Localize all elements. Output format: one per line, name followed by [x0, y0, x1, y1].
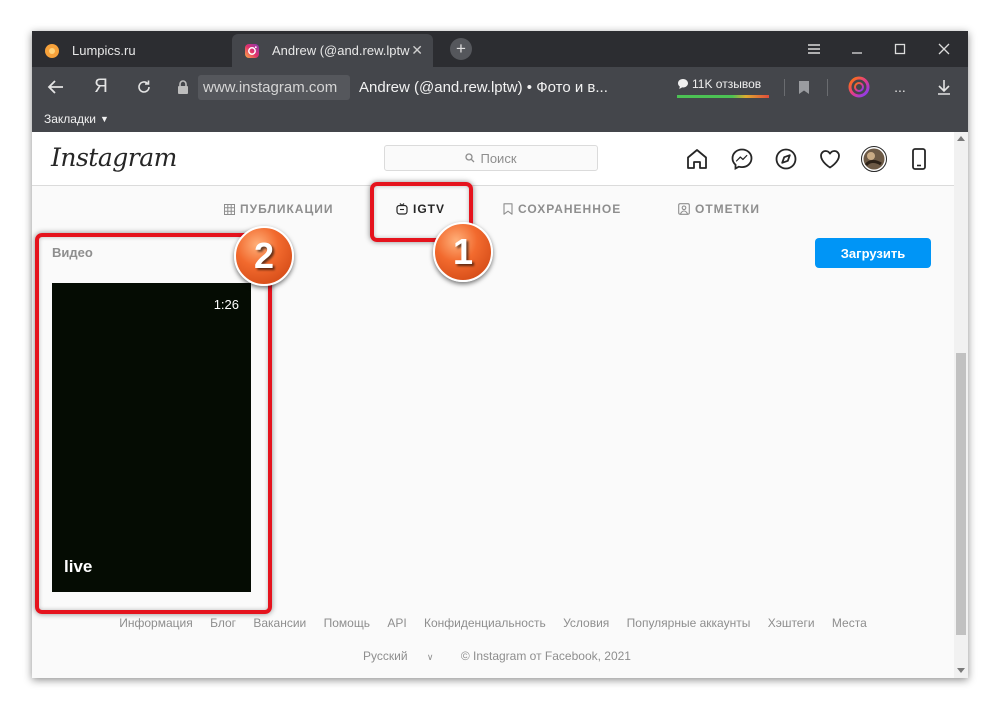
- yandex-button[interactable]: Я: [89, 75, 113, 99]
- reviews-rating-bar: [677, 95, 769, 98]
- bookmarks-bar: Закладки ▼: [32, 107, 968, 132]
- reload-icon[interactable]: [132, 75, 156, 99]
- avatar[interactable]: [861, 146, 887, 172]
- maximize-icon[interactable]: [878, 31, 922, 67]
- back-icon[interactable]: [44, 75, 68, 99]
- alice-icon[interactable]: [847, 75, 871, 99]
- scrollbar-thumb[interactable]: [956, 353, 966, 635]
- comment-icon: [678, 78, 688, 89]
- tab-saved[interactable]: СОХРАНЕННОЕ: [503, 186, 621, 232]
- copyright: © Instagram от Facebook, 2021: [460, 649, 631, 663]
- tab-tagged[interactable]: ОТМЕТКИ: [678, 186, 760, 232]
- explore-compass-icon[interactable]: [773, 146, 799, 172]
- instagram-logo[interactable]: Instagram: [51, 143, 177, 172]
- reviews-count: 11K отзывов: [692, 76, 762, 91]
- profile-tabs: ПУБЛИКАЦИИ IGTV СОХРАНЕННОЕ ОТМЕТКИ: [32, 186, 954, 232]
- messenger-icon[interactable]: [729, 146, 755, 172]
- search-placeholder: Поиск: [480, 150, 517, 166]
- footer-link[interactable]: Блог: [210, 616, 236, 630]
- footer-link[interactable]: Места: [832, 616, 867, 630]
- scroll-down-icon[interactable]: [957, 668, 965, 673]
- tab-instagram[interactable]: Andrew (@and.rew.lptw ✕: [232, 34, 433, 67]
- tab-label: СОХРАНЕННОЕ: [518, 202, 622, 216]
- footer-link[interactable]: Информация: [119, 616, 192, 630]
- bookmarks-label: Закладки: [44, 112, 96, 126]
- scroll-up-icon[interactable]: [957, 136, 965, 141]
- chevron-down-icon: ∨: [426, 652, 434, 662]
- toolbar-divider: [784, 79, 785, 96]
- tab-publications[interactable]: ПУБЛИКАЦИИ: [224, 186, 333, 232]
- tab-strip: Lumpics.ru Andrew (@and.rew.lptw ✕ +: [32, 31, 968, 67]
- instagram-header: Instagram Поиск: [32, 132, 954, 186]
- tagged-icon: [678, 203, 690, 215]
- caret-down-icon: ▼: [99, 114, 109, 124]
- minimize-icon[interactable]: [835, 31, 879, 67]
- bookmark-icon[interactable]: [792, 75, 816, 99]
- close-tab-icon[interactable]: ✕: [411, 42, 423, 59]
- toolbar-divider: [827, 79, 828, 96]
- search-input[interactable]: Поиск: [384, 145, 598, 171]
- footer-bottom: Русский ∨ © Instagram от Facebook, 2021: [32, 649, 954, 663]
- grid-icon: [224, 203, 235, 215]
- tab-label: ОТМЕТКИ: [695, 202, 760, 216]
- bookmark-icon: [503, 203, 513, 215]
- instagram-favicon-icon: [245, 43, 259, 58]
- new-tab-button[interactable]: +: [450, 38, 472, 60]
- step-badge-2: 2: [234, 226, 294, 286]
- footer-link[interactable]: Помощь: [324, 616, 370, 630]
- download-icon[interactable]: [932, 75, 956, 99]
- url-field[interactable]: www.instagram.com: [198, 75, 350, 100]
- footer-link[interactable]: Хэштеги: [768, 616, 815, 630]
- bookmarks-menu[interactable]: Закладки ▼: [44, 112, 109, 126]
- more-button[interactable]: ...: [888, 75, 912, 99]
- close-window-icon[interactable]: [922, 31, 966, 67]
- lumpics-favicon-icon: [45, 43, 59, 58]
- address-bar: Я www.instagram.com Andrew (@and.rew.lpt…: [32, 67, 968, 107]
- tab-lumpics[interactable]: Lumpics.ru: [32, 34, 232, 67]
- language-selector[interactable]: Русский ∨: [355, 649, 441, 663]
- reviews-badge[interactable]: 11K отзывов: [677, 74, 769, 100]
- search-icon: [465, 153, 475, 163]
- tab-label: Lumpics.ru: [72, 43, 136, 58]
- footer-link[interactable]: API: [387, 616, 406, 630]
- footer-link[interactable]: Вакансии: [253, 616, 306, 630]
- lock-icon[interactable]: [171, 75, 195, 99]
- step-badge-1: 1: [433, 222, 493, 282]
- upload-button[interactable]: Загрузить: [815, 238, 931, 268]
- mobile-phone-icon[interactable]: [906, 146, 932, 172]
- heart-icon[interactable]: [817, 146, 843, 172]
- vertical-scrollbar[interactable]: [954, 132, 968, 678]
- footer-link[interactable]: Конфиденциальность: [424, 616, 546, 630]
- footer-link[interactable]: Популярные аккаунты: [627, 616, 751, 630]
- footer-link[interactable]: Условия: [563, 616, 609, 630]
- language-label: Русский: [363, 649, 408, 663]
- video-card-highlight: [35, 233, 272, 614]
- menu-icon[interactable]: [792, 31, 836, 67]
- home-icon[interactable]: [684, 146, 710, 172]
- tab-label: Andrew (@and.rew.lptw: [272, 43, 410, 58]
- page-title: Andrew (@and.rew.lptw) • Фото и в...: [359, 79, 608, 96]
- footer-links: Информация Блог Вакансии Помощь API Конф…: [32, 616, 954, 630]
- tab-label: ПУБЛИКАЦИИ: [240, 202, 334, 216]
